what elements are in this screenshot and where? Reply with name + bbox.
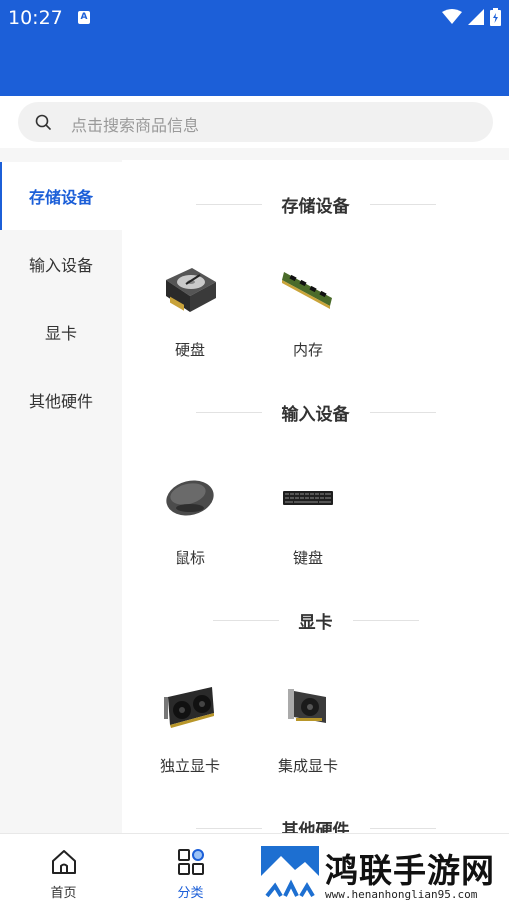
section-title-graphics: 显卡	[122, 608, 509, 633]
nav-label: 首页	[50, 886, 77, 901]
product-hard-drive[interactable]: 硬盘	[130, 255, 250, 360]
sidebar-item-label: 其他硬件	[28, 392, 93, 411]
title-rule	[352, 619, 419, 621]
product-integrated-gpu[interactable]: 集成显卡	[248, 671, 368, 776]
sidebar-item-input[interactable]: 输入设备	[0, 230, 122, 298]
home-icon	[51, 850, 76, 874]
watermark-url: www.henanhonglian95.com	[325, 888, 478, 901]
sidebar-item-label: 输入设备	[28, 256, 93, 275]
product-mouse[interactable]: 鼠标	[130, 463, 250, 568]
ram-stick-icon	[282, 272, 332, 309]
sidebar-item-label: 显卡	[44, 324, 77, 343]
section-title-storage: 存储设备	[122, 192, 509, 217]
hard-drive-icon	[166, 268, 216, 312]
category-grid-icon	[177, 849, 204, 875]
search-icon	[35, 114, 51, 130]
notification-icon: A	[78, 11, 90, 24]
title-rule	[195, 827, 262, 829]
divider-strip	[0, 148, 509, 160]
wifi-icon	[442, 9, 462, 24]
product-keyboard[interactable]: 键盘	[248, 463, 368, 568]
product-ram[interactable]: 内存	[248, 255, 368, 360]
title-rule	[369, 411, 436, 413]
nav-label: 分类	[177, 886, 204, 901]
section-title-other: 其他硬件	[122, 816, 509, 833]
battery-icon	[490, 8, 501, 26]
product-name: 键盘	[292, 549, 323, 567]
status-time: 10:27	[8, 7, 63, 29]
title-rule	[212, 619, 279, 621]
keyboard-icon	[283, 491, 333, 505]
integrated-gpu-icon	[288, 689, 326, 723]
title-rule	[369, 827, 436, 829]
title-rule	[369, 203, 436, 205]
product-name: 硬盘	[174, 341, 205, 359]
section-title-input: 输入设备	[122, 400, 509, 425]
search-area: 点击搜索商品信息	[0, 96, 509, 148]
mouse-icon	[166, 480, 214, 516]
product-name: 集成显卡	[277, 757, 338, 775]
status-icons	[442, 7, 501, 27]
nav-category[interactable]: 分类	[127, 834, 254, 906]
sidebar-item-label: 存储设备	[28, 188, 93, 207]
product-name: 独立显卡	[159, 757, 220, 775]
product-name: 内存	[292, 341, 323, 359]
graphics-card-icon	[164, 687, 214, 728]
search-input[interactable]: 点击搜索商品信息	[18, 102, 493, 142]
signal-icon	[468, 9, 484, 25]
title-rule	[195, 411, 262, 413]
product-dedicated-gpu[interactable]: 独立显卡	[130, 671, 250, 776]
watermark: 鸿联手游网 www.henanhonglian95.com	[259, 842, 509, 906]
watermark-logo-icon	[261, 846, 319, 902]
title-rule	[195, 203, 262, 205]
sidebar-item-other[interactable]: 其他硬件	[0, 366, 122, 434]
header-bar: 10:27 A	[0, 0, 509, 96]
watermark-title: 鸿联手游网	[325, 851, 495, 890]
search-placeholder: 点击搜索商品信息	[71, 116, 200, 135]
product-name: 鼠标	[174, 549, 205, 567]
category-sidebar: 存储设备 输入设备 显卡 其他硬件	[0, 160, 122, 833]
sidebar-item-graphics[interactable]: 显卡	[0, 298, 122, 366]
product-panel: 存储设备 硬盘 内存 输入设备 鼠标 键盘 显卡 独立显卡 集成显卡 其他硬件	[122, 160, 509, 833]
sidebar-item-storage[interactable]: 存储设备	[0, 162, 122, 230]
nav-home[interactable]: 首页	[0, 834, 127, 906]
